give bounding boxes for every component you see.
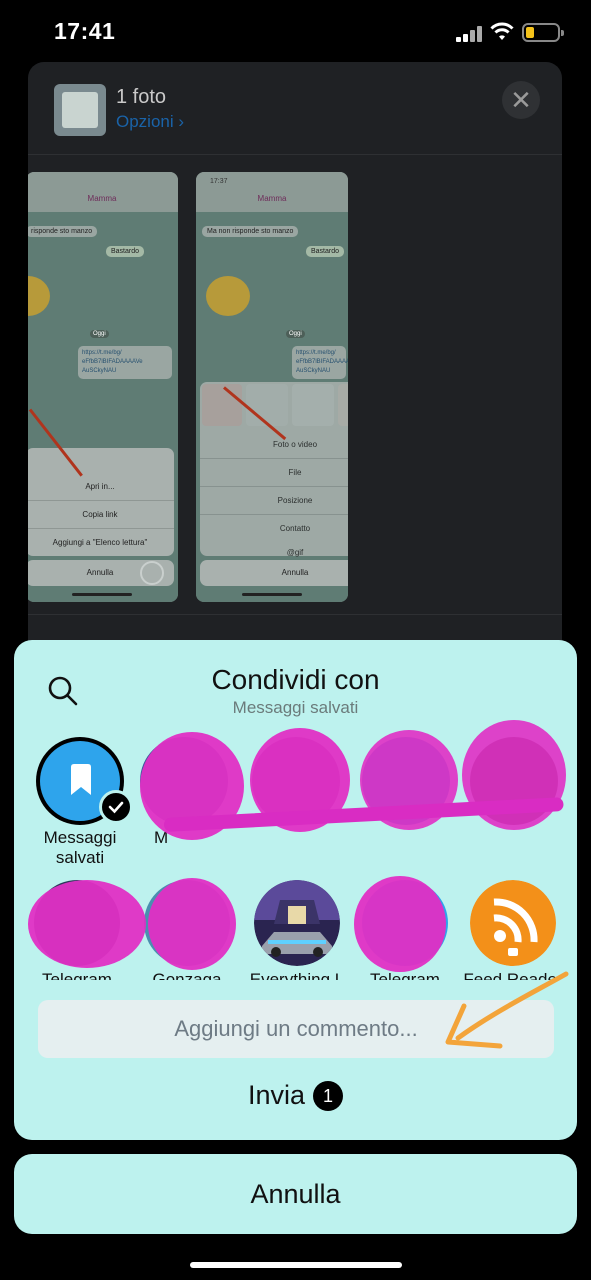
annotation-arrow: [445, 971, 569, 1049]
close-icon[interactable]: ✕: [502, 81, 540, 119]
wifi-icon: [490, 22, 514, 40]
share-sheet: Condividi con Messaggi salvati Messaggi …: [14, 640, 577, 1140]
screenshot-preview-right: 17:37 Mamma Ma non risponde sto manzo Ba…: [196, 172, 348, 602]
menu-item: Posizione: [277, 496, 313, 505]
send-button[interactable]: Invia 1: [14, 1080, 577, 1120]
attachment-menu: Foto o video File Posizione Contatto @gi…: [200, 382, 348, 557]
screenshot-preview-left: Mamma risponde sto manzo Bastardo Oggi h…: [28, 172, 178, 602]
sheet-subtitle: Messaggi salvati: [232, 698, 359, 717]
options-link[interactable]: Opzioni ›: [116, 112, 184, 132]
photo-thumbnail: [54, 84, 106, 136]
menu-item: Aggiungi a "Elenco lettura": [52, 538, 148, 547]
bookmark-icon: [71, 764, 91, 795]
battery-icon: [522, 23, 564, 42]
message-bubble: risponde sto manzo: [28, 226, 98, 237]
laughing-emoji-icon: [206, 276, 250, 316]
cancel-bar: Annulla: [28, 560, 174, 586]
context-menu: Apri in... Copia link Aggiungi a "Elenco…: [28, 448, 174, 556]
rss-feed-icon: [470, 880, 556, 966]
send-count-badge: 1: [313, 1080, 344, 1111]
cellular-signal-icon: [456, 26, 482, 42]
message-bubble: Ma non risponde sto manzo: [202, 226, 299, 237]
menu-item: File: [288, 468, 302, 477]
menu-item: @gif: [286, 548, 304, 557]
home-indicator[interactable]: [190, 1262, 402, 1268]
cancel-button[interactable]: Annulla: [14, 1154, 577, 1234]
sheet-title: Condividi con: [211, 664, 380, 695]
contact-name: Everything L: [249, 970, 345, 980]
status-time: 17:41: [54, 18, 116, 44]
menu-item: Copia link: [82, 510, 118, 519]
battery-level: [526, 27, 534, 38]
contact-name: Telegram: [42, 970, 112, 980]
preview-title: 1 foto: [116, 86, 167, 108]
selected-check-icon: [99, 790, 133, 824]
menu-item: Foto o video: [272, 440, 318, 449]
message-bubble: Bastardo: [106, 246, 145, 257]
share-extension-preview: 1 foto Opzioni › ✕ Mamma risponde sto ma…: [28, 62, 562, 722]
avatar: [254, 880, 340, 966]
contact-name: Messaggi salvati: [43, 828, 117, 867]
contact-name: Gonzaga: [152, 970, 222, 980]
message-bubble: Bastardo: [306, 246, 345, 257]
menu-item: Apri in...: [85, 482, 115, 491]
menu-item: Contatto: [279, 524, 311, 533]
send-label: Invia: [247, 1080, 306, 1110]
cancel-bar: Annulla: [200, 560, 348, 586]
